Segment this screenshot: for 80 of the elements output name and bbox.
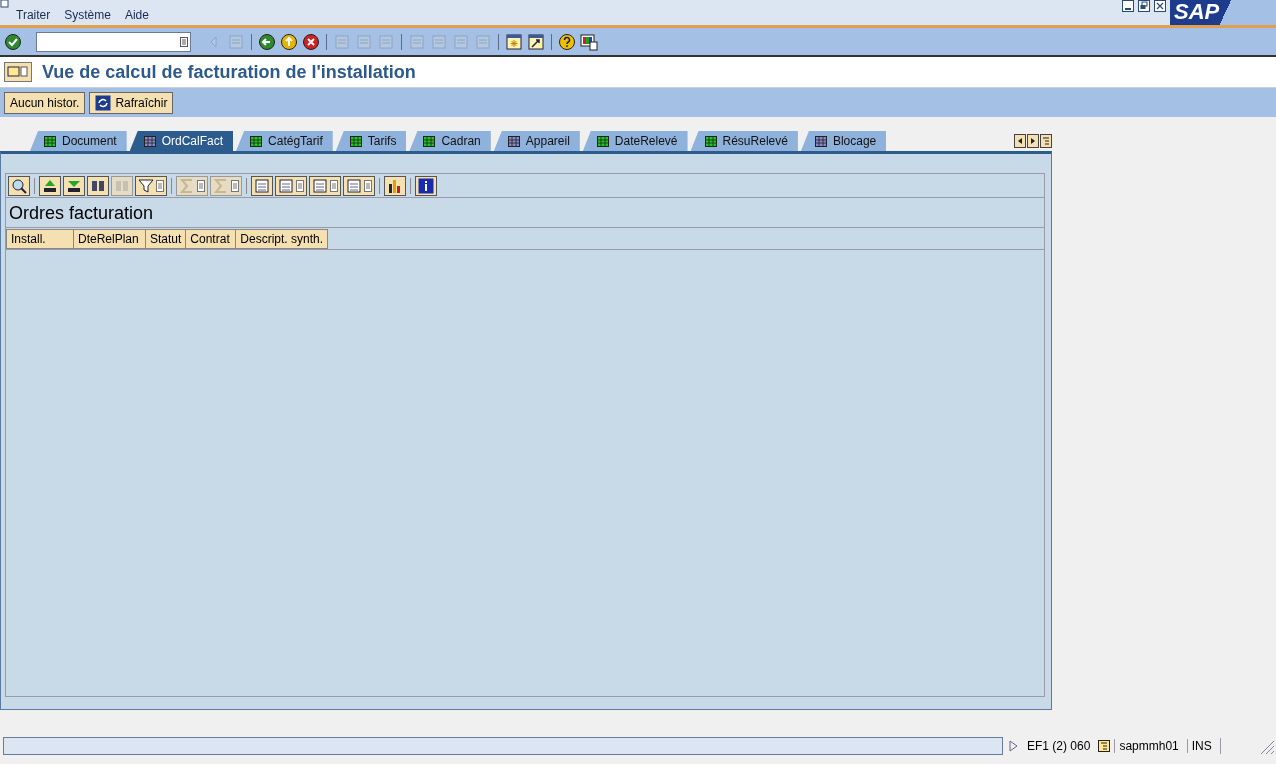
- dropdown-icon: [197, 179, 205, 192]
- dropdown-icon[interactable]: [180, 36, 188, 47]
- table-icon: [250, 135, 263, 147]
- grid-toolbar-button[interactable]: [63, 175, 85, 196]
- table-icon: [423, 135, 436, 147]
- tab[interactable]: OrdCalFact: [129, 131, 234, 151]
- menu-item[interactable]: Système: [64, 8, 111, 22]
- minimize-icon[interactable]: [1122, 0, 1134, 12]
- filter-icon: [138, 177, 154, 194]
- help-icon[interactable]: [558, 32, 576, 51]
- table-icon: [596, 135, 609, 147]
- dropdown-icon: [330, 179, 338, 192]
- dropdown-icon: [231, 179, 239, 192]
- magnifier-icon: [11, 177, 27, 194]
- grid-toolbar-button[interactable]: [39, 175, 61, 196]
- column-header[interactable]: DteRelPlan: [74, 229, 146, 249]
- tab[interactable]: Blocage: [800, 131, 887, 151]
- grid-toolbar-button[interactable]: [415, 175, 437, 196]
- scroll-left-icon[interactable]: [1014, 134, 1026, 148]
- triangle-icon[interactable]: [1007, 739, 1019, 753]
- command-field[interactable]: [36, 31, 191, 52]
- grid-title: Ordres facturation: [6, 198, 1044, 228]
- checkmark-icon[interactable]: [4, 32, 22, 51]
- sigma-icon: [179, 177, 195, 194]
- screen-menu-icon: [7, 65, 29, 79]
- close-icon[interactable]: [1154, 0, 1166, 12]
- table-icon: [349, 135, 362, 147]
- server-name: sapmmh01: [1114, 739, 1183, 753]
- table-icon: [346, 177, 362, 194]
- table-icon: [312, 177, 328, 194]
- column-header[interactable]: Statut: [146, 229, 187, 249]
- tab-list-icon[interactable]: [1040, 134, 1052, 148]
- grid-toolbar-button[interactable]: [275, 175, 307, 196]
- tab[interactable]: Tarifs: [335, 131, 407, 151]
- grid-toolbar-button[interactable]: [135, 175, 167, 196]
- grid-toolbar-button[interactable]: [343, 175, 375, 196]
- tab[interactable]: Cadran: [409, 131, 491, 151]
- menu-button[interactable]: [4, 62, 32, 82]
- screen-title: Vue de calcul de facturation de l'installation: [42, 61, 416, 83]
- toolbar-button[interactable]: Rafraîchir: [89, 91, 174, 114]
- input-mode: INS: [1186, 739, 1216, 753]
- cancel-icon[interactable]: [302, 32, 320, 51]
- document-icon[interactable]: [0, 0, 10, 8]
- system-info: EF1 (2) 060: [1026, 739, 1092, 753]
- grid-toolbar-button[interactable]: [251, 175, 273, 196]
- bar-chart-icon: [387, 177, 403, 194]
- grid-toolbar-button[interactable]: [8, 175, 30, 196]
- menu-item[interactable]: Aide: [124, 8, 149, 22]
- scroll-right-icon[interactable]: [1027, 134, 1039, 148]
- toolbar-button[interactable]: Aucun histor.: [4, 91, 86, 114]
- column-header[interactable]: Install.: [6, 229, 74, 249]
- grid-toolbar-button[interactable]: [384, 175, 406, 196]
- info-icon: [418, 177, 434, 194]
- tab[interactable]: Document: [30, 131, 127, 151]
- menu-item[interactable]: Traiter: [16, 8, 51, 22]
- table-icon: [814, 135, 827, 147]
- refresh-icon: [95, 94, 112, 111]
- dropdown-icon: [364, 179, 372, 192]
- table-icon: [44, 135, 56, 147]
- column-header[interactable]: Contrat: [186, 229, 237, 249]
- grid-toolbar-button[interactable]: [309, 175, 341, 196]
- list-icon[interactable]: [1098, 740, 1111, 752]
- table-icon: [278, 177, 294, 194]
- tab[interactable]: CatégTarif: [236, 131, 333, 151]
- tab[interactable]: DateRelevé: [582, 131, 688, 151]
- dropdown-icon: [296, 179, 304, 192]
- column-header[interactable]: Descript. synth.: [236, 229, 329, 249]
- color-screen-icon[interactable]: [580, 32, 598, 51]
- tab[interactable]: RésuRelevé: [690, 131, 798, 151]
- logo: SAP: [1170, 0, 1276, 25]
- sigma-icon: [213, 177, 229, 194]
- dropdown-icon: [156, 179, 164, 192]
- table-icon: [704, 135, 717, 147]
- table-icon: [143, 135, 156, 147]
- tab[interactable]: Appareil: [493, 131, 580, 151]
- window-icon[interactable]: [505, 32, 523, 51]
- restore-icon[interactable]: [1138, 0, 1150, 12]
- grid-toolbar-button[interactable]: [87, 175, 109, 196]
- table-icon: [507, 135, 520, 147]
- shortcut-icon[interactable]: [527, 32, 545, 51]
